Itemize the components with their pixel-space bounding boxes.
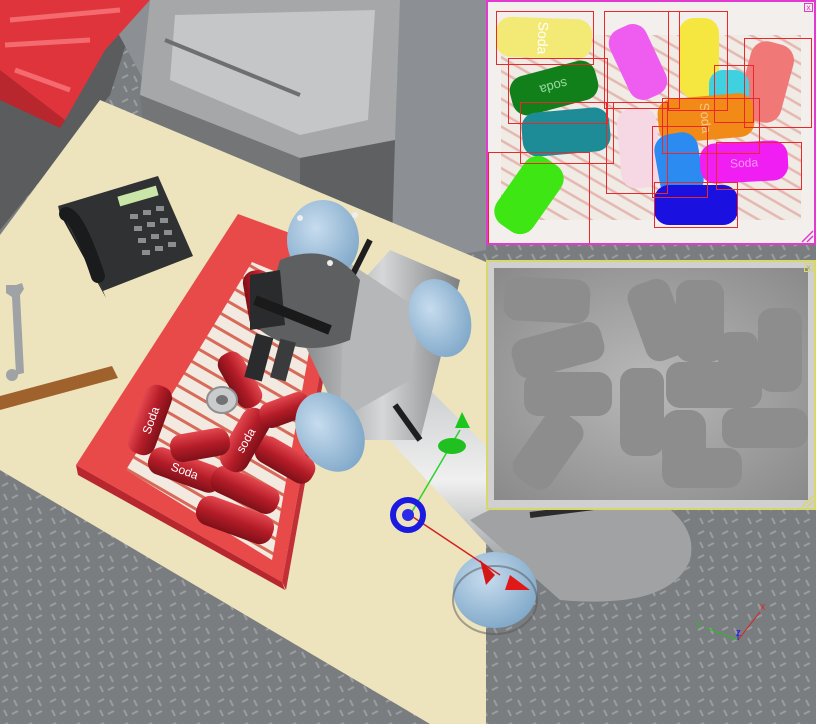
segmentation-view-panel[interactable]: Soda soda Soda Soda x [486,0,816,245]
gizmo-y-ring[interactable] [438,438,466,454]
bbox [654,182,738,228]
resize-grip-icon[interactable] [800,229,814,243]
depth-image [488,262,814,508]
axis-y-label: Y [696,621,702,630]
resize-grip-icon[interactable] [800,494,814,508]
close-icon[interactable]: x [804,263,813,272]
bbox [496,11,594,65]
close-icon[interactable]: x [804,3,813,12]
axis-z-label: Z [736,629,741,638]
axis-x-label: X [760,603,766,612]
depth-view-panel[interactable]: x [486,260,816,510]
bbox [488,152,590,243]
